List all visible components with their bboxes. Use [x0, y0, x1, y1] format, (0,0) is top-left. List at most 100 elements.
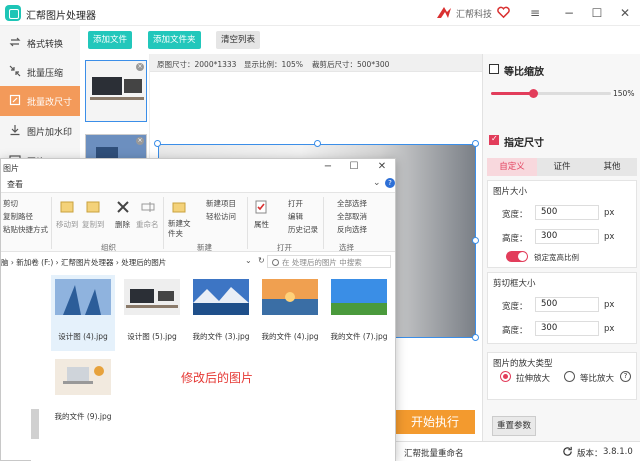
- copy-to-button[interactable]: 复制到: [82, 219, 105, 230]
- list-item[interactable]: 我的文件 (9).jpg: [51, 355, 115, 431]
- search-input[interactable]: 在 处理后的图片 中搜索: [267, 255, 391, 268]
- properties-button[interactable]: 属性: [254, 219, 269, 230]
- lock-ratio-toggle[interactable]: [506, 251, 528, 262]
- proportional-zoom-label: 等比放大: [580, 374, 615, 384]
- rename-button[interactable]: 重命名: [136, 219, 159, 230]
- crop-handle[interactable]: [472, 334, 479, 341]
- zoom-type-group: 图片的放大类型 拉伸放大 等比放大 ?: [487, 352, 637, 400]
- menu-icon[interactable]: ≡: [526, 4, 544, 22]
- remove-icon[interactable]: ×: [136, 63, 144, 71]
- maximize-icon[interactable]: ☐: [347, 160, 361, 174]
- list-item[interactable]: 我的文件 (3).jpg: [189, 275, 253, 351]
- maximize-icon[interactable]: ☐: [588, 4, 606, 22]
- rename-tool-link[interactable]: 汇帮批量重命名: [404, 447, 464, 459]
- copy-path-button[interactable]: 复制路径: [3, 211, 33, 222]
- height-label: 高度：: [502, 234, 528, 244]
- delete-button[interactable]: 删除: [115, 219, 130, 230]
- image-width-input[interactable]: 500: [535, 205, 599, 220]
- invert-selection-button[interactable]: 反向选择: [337, 224, 367, 235]
- address-path[interactable]: 脑 › 新加卷 (F:) › 汇帮图片处理器 › 处理后的图片: [1, 257, 166, 268]
- help-icon[interactable]: ?: [620, 371, 631, 382]
- zoom-type-title: 图片的放大类型: [493, 359, 553, 369]
- help-icon[interactable]: ?: [385, 178, 395, 188]
- width-unit: px: [604, 208, 615, 218]
- sidebar-item-resize[interactable]: 批量改尺寸: [0, 86, 80, 116]
- stretch-zoom-radio[interactable]: [500, 371, 511, 382]
- heart-icon[interactable]: [497, 6, 510, 19]
- open-button[interactable]: 打开: [288, 198, 303, 209]
- new-folder-button[interactable]: 新建文件夹: [168, 219, 192, 239]
- file-name: 我的文件 (4).jpg: [261, 332, 319, 341]
- list-item[interactable]: 我的文件 (7).jpg: [327, 275, 391, 351]
- title-bar: 汇帮图片处理器 汇帮科技 ≡ − ☐ ✕: [0, 0, 640, 26]
- thumbnail-item[interactable]: ×: [85, 60, 147, 122]
- ribbon-divider: [51, 197, 52, 249]
- brand-name: 汇帮科技: [456, 10, 493, 20]
- rename-icon: [141, 202, 155, 212]
- minimize-icon[interactable]: −: [321, 160, 335, 174]
- copy-to-icon: [86, 201, 100, 213]
- list-item[interactable]: 我的文件 (4).jpg: [258, 275, 322, 351]
- sidebar-item-watermark[interactable]: 图片加水印: [0, 116, 80, 146]
- sidebar-item-compress[interactable]: 批量压缩: [0, 57, 80, 87]
- add-folder-button[interactable]: 添加文件夹: [148, 31, 201, 49]
- organize-group-label: 组织: [101, 243, 116, 252]
- refresh-icon[interactable]: [562, 446, 573, 457]
- crop-width-input[interactable]: 500: [535, 297, 599, 312]
- scrollbar[interactable]: [31, 409, 39, 439]
- chevron-down-icon[interactable]: ⌄: [245, 256, 252, 265]
- specified-size-checkbox[interactable]: [489, 134, 499, 145]
- new-group-label: 新建: [197, 243, 212, 252]
- select-all-button[interactable]: 全部选择: [337, 198, 367, 209]
- start-button[interactable]: 开始执行: [395, 410, 475, 434]
- easy-access-button[interactable]: 轻松访问: [206, 211, 236, 222]
- refresh-icon[interactable]: ↻: [258, 256, 265, 265]
- tab-custom[interactable]: 自定义: [487, 158, 537, 176]
- menu-view[interactable]: 查看: [7, 179, 23, 190]
- reset-button[interactable]: 重置参数: [492, 416, 536, 436]
- close-icon[interactable]: ✕: [616, 4, 634, 22]
- scale-value: 150%: [613, 89, 635, 98]
- crop-handle[interactable]: [314, 140, 321, 147]
- crop-handle[interactable]: [472, 237, 479, 244]
- select-none-button[interactable]: 全部取消: [337, 211, 367, 222]
- move-to-icon: [60, 201, 74, 213]
- crop-handle[interactable]: [154, 140, 161, 147]
- size-tabs: 自定义 证件 其他: [487, 158, 637, 176]
- history-button[interactable]: 历史记录: [288, 224, 318, 235]
- file-name: 设计图 (4).jpg: [58, 332, 108, 341]
- list-item[interactable]: 设计图 (5).jpg: [120, 275, 184, 351]
- height-label: 高度：: [502, 326, 528, 336]
- watermark-icon: [10, 125, 20, 136]
- paste-shortcut-button[interactable]: 粘贴快捷方式: [3, 224, 48, 235]
- new-item-button[interactable]: 新建项目: [206, 198, 236, 209]
- proportional-checkbox[interactable]: [489, 64, 499, 74]
- compress-icon: [9, 65, 21, 77]
- tab-other[interactable]: 其他: [587, 158, 637, 176]
- scale-slider-thumb[interactable]: [529, 89, 538, 98]
- lock-ratio-label: 锁定宽高比例: [534, 253, 579, 262]
- ribbon-divider: [163, 197, 164, 249]
- cut-button[interactable]: 剪切: [3, 198, 18, 209]
- delete-icon: [117, 201, 129, 213]
- minimize-icon[interactable]: −: [560, 4, 578, 22]
- tab-id-photo[interactable]: 证件: [537, 158, 587, 176]
- add-file-button[interactable]: 添加文件: [88, 31, 133, 49]
- original-size: 原图尺寸：2000*1333: [157, 60, 237, 69]
- proportional-zoom-radio[interactable]: [564, 371, 575, 382]
- sidebar-item-format-convert[interactable]: 格式转换: [0, 28, 80, 58]
- collapse-ribbon-icon[interactable]: ⌄: [373, 178, 381, 188]
- image-height-input[interactable]: 300: [535, 229, 599, 244]
- image-info-bar: 原图尺寸：2000*1333 显示比例：105% 裁剪后尺寸：500*300: [150, 54, 482, 72]
- file-explorer-window: 图片 − ☐ ✕ 查看 ⌄ ? 剪切 复制路径 粘贴快捷方式 移动到 复制到 删…: [0, 158, 396, 461]
- clear-list-button[interactable]: 清空列表: [216, 31, 261, 49]
- scale-slider[interactable]: [491, 89, 611, 98]
- crop-height-input[interactable]: 300: [535, 321, 599, 336]
- close-icon[interactable]: ✕: [375, 160, 389, 174]
- resize-icon: [9, 94, 21, 106]
- edit-button[interactable]: 编辑: [288, 211, 303, 222]
- move-to-button[interactable]: 移动到: [56, 219, 79, 230]
- list-item[interactable]: 设计图 (4).jpg: [51, 275, 115, 351]
- crop-handle[interactable]: [472, 140, 479, 147]
- remove-icon[interactable]: ×: [136, 137, 144, 145]
